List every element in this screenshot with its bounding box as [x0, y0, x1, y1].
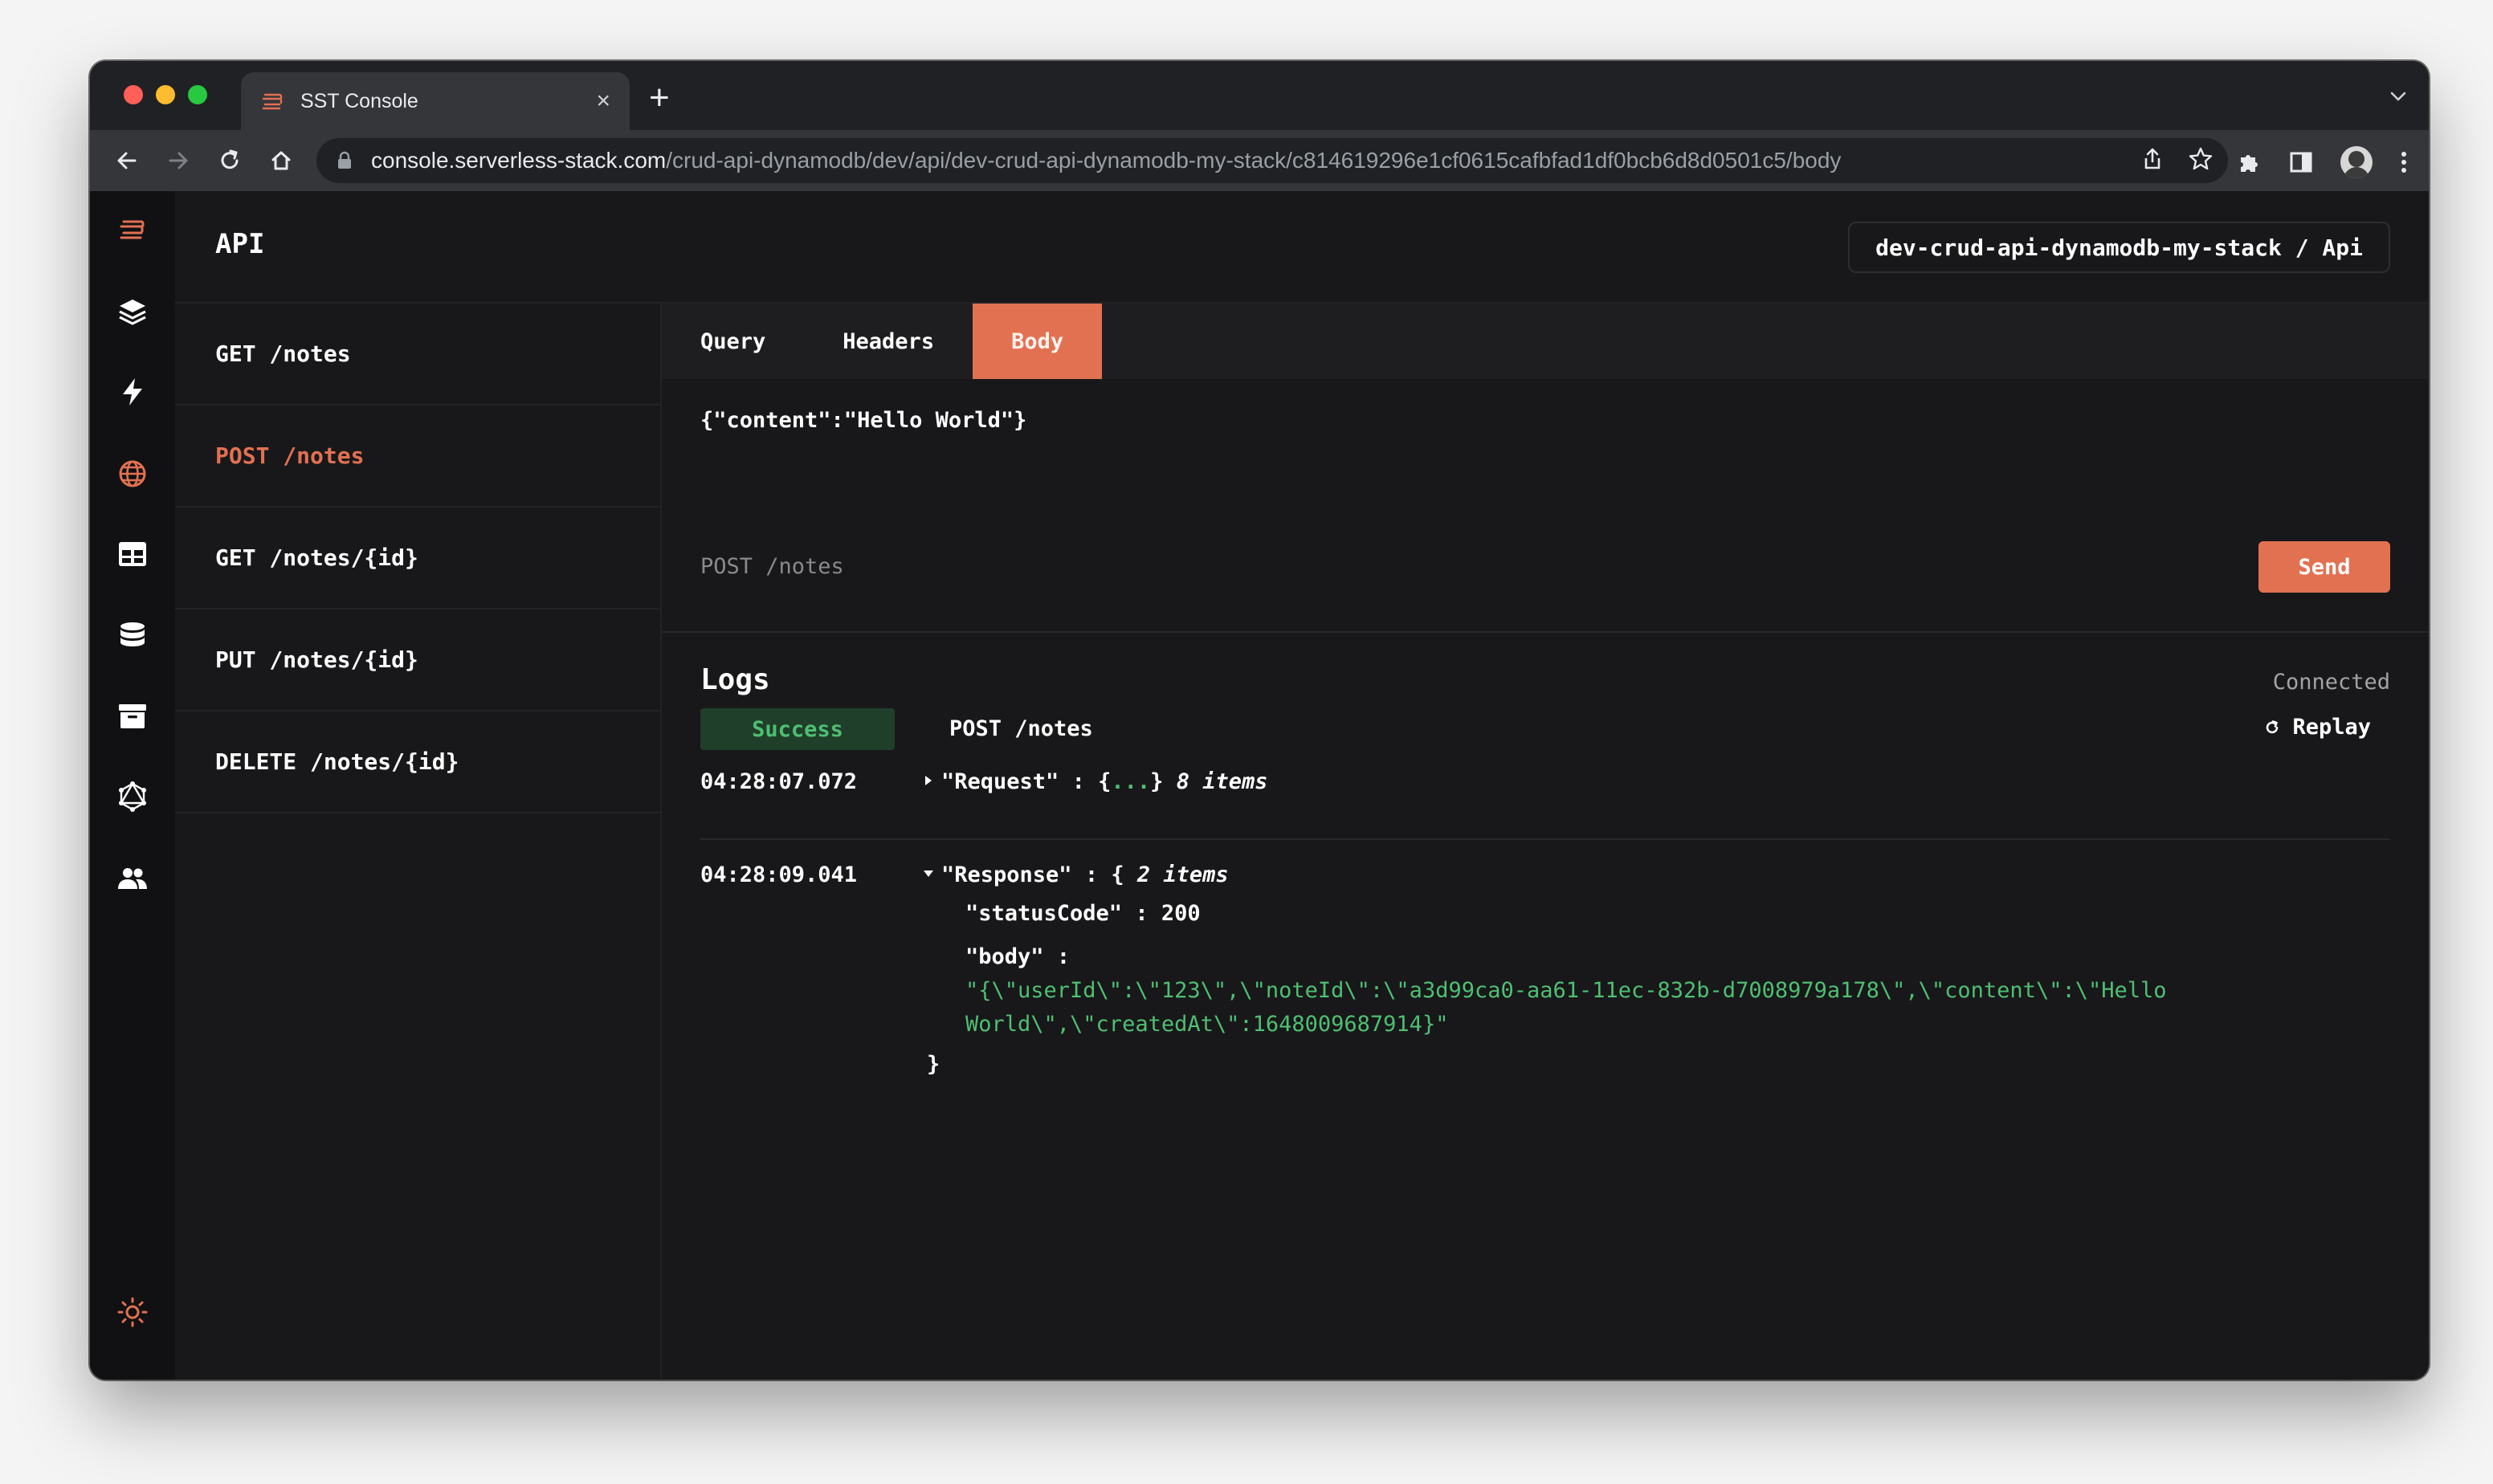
url-path: /crud-api-dynamodb/dev/api/dev-crud-api-… — [666, 148, 1842, 173]
log-separator — [700, 838, 2390, 840]
side-panel-icon[interactable] — [2289, 150, 2313, 174]
stack-badge: dev-crud-api-dynamodb-my-stack / Api — [1848, 222, 2390, 273]
request-tabs: Query Headers Body — [662, 304, 2429, 379]
tab-body[interactable]: Body — [973, 304, 1103, 379]
graphql-icon[interactable] — [116, 781, 149, 813]
reload-icon[interactable] — [215, 146, 244, 175]
response-body-value-line1: "{\"userId\":\"123\",\"noteId\":\"a3d99c… — [965, 978, 2167, 1003]
bookmark-star-icon[interactable] — [2188, 146, 2214, 172]
route-item-post-notes[interactable]: POST /notes — [175, 406, 660, 508]
theme-sun-icon[interactable] — [116, 1296, 149, 1328]
connection-status: Connected — [2272, 670, 2390, 695]
window-controls — [124, 85, 207, 104]
log-entry-response[interactable]: "Response" : { 2 items — [920, 862, 1229, 887]
share-icon[interactable] — [2141, 147, 2164, 171]
back-arrow-icon[interactable] — [112, 146, 141, 175]
route-list: GET /notes POST /notes GET /notes/{id} P… — [175, 304, 662, 1380]
sst-logo-icon[interactable] — [116, 214, 149, 246]
response-body-value-line2: World\",\"createdAt\":1648009687914}" — [965, 1012, 1449, 1037]
tab-query[interactable]: Query — [662, 304, 804, 379]
request-summary: POST /notes — [700, 554, 844, 579]
route-item-get-note-by-id[interactable]: GET /notes/{id} — [175, 508, 660, 610]
caret-right-icon[interactable] — [920, 773, 941, 789]
tab-search-chevron-icon[interactable] — [2389, 90, 2408, 103]
caret-down-icon[interactable] — [920, 866, 941, 882]
icon-sidebar — [90, 191, 175, 1380]
tab-title: SST Console — [300, 89, 418, 112]
request-panel: Query Headers Body {"content":"Hello Wor… — [662, 304, 2429, 1380]
response-close-brace: } — [927, 1052, 940, 1077]
sst-console-app: API dev-crud-api-dynamodb-my-stack / Api… — [90, 191, 2429, 1380]
browser-tab-active[interactable]: SST Console × — [241, 72, 630, 130]
replay-button[interactable]: Replay — [2263, 715, 2371, 740]
maximize-window-button[interactable] — [188, 85, 207, 104]
api-globe-icon[interactable] — [116, 458, 149, 490]
cognito-users-icon[interactable] — [116, 862, 149, 895]
extensions-puzzle-icon[interactable] — [2236, 149, 2262, 175]
status-badge: Success — [700, 708, 895, 750]
tab-close-icon[interactable]: × — [596, 89, 610, 113]
log-entry-request[interactable]: "Request" : {...} 8 items — [920, 769, 1267, 794]
forward-arrow-icon[interactable] — [164, 146, 193, 175]
lock-icon — [338, 151, 351, 169]
profile-avatar[interactable] — [2340, 146, 2373, 178]
browser-tabstrip: SST Console × + — [90, 61, 2429, 130]
dynamodb-table-icon[interactable] — [116, 538, 149, 570]
route-item-get-notes[interactable]: GET /notes — [175, 304, 660, 406]
replay-icon — [2267, 720, 2279, 733]
body-editor[interactable]: {"content":"Hello World"} — [700, 408, 1026, 433]
sst-favicon-icon — [262, 93, 283, 110]
page-title: API — [215, 228, 265, 260]
response-body-key: "body" : — [965, 944, 1071, 969]
rds-database-icon[interactable] — [116, 620, 149, 652]
tab-headers[interactable]: Headers — [804, 304, 973, 379]
logs-title: Logs — [700, 663, 770, 696]
new-tab-button[interactable]: + — [649, 80, 670, 116]
replay-label: Replay — [2292, 715, 2371, 740]
page-header: API dev-crud-api-dynamodb-my-stack / Api — [175, 191, 2429, 304]
functions-icon[interactable] — [116, 376, 149, 408]
browser-window: SST Console × + console.serverless-stack… — [90, 61, 2429, 1380]
browser-toolbar: console.serverless-stack.com/crud-api-dy… — [90, 130, 2429, 191]
home-icon[interactable] — [267, 146, 296, 175]
route-item-delete-note-by-id[interactable]: DELETE /notes/{id} — [175, 711, 660, 813]
section-divider — [662, 631, 2429, 633]
minimize-window-button[interactable] — [156, 85, 175, 104]
stacks-icon[interactable] — [116, 296, 149, 328]
log-timestamp: 04:28:07.072 — [700, 769, 858, 794]
address-bar[interactable]: console.serverless-stack.com/crud-api-dy… — [316, 138, 2228, 183]
close-window-button[interactable] — [124, 85, 143, 104]
log-route: POST /notes — [949, 716, 1093, 741]
browser-menu-icon[interactable] — [2400, 149, 2408, 175]
log-timestamp: 04:28:09.041 — [700, 862, 858, 887]
send-button[interactable]: Send — [2258, 541, 2390, 593]
response-status-code: "statusCode" : 200 — [965, 901, 1201, 926]
buckets-icon[interactable] — [116, 700, 149, 732]
url-host: console.serverless-stack.com — [371, 148, 667, 173]
route-item-put-note-by-id[interactable]: PUT /notes/{id} — [175, 610, 660, 711]
